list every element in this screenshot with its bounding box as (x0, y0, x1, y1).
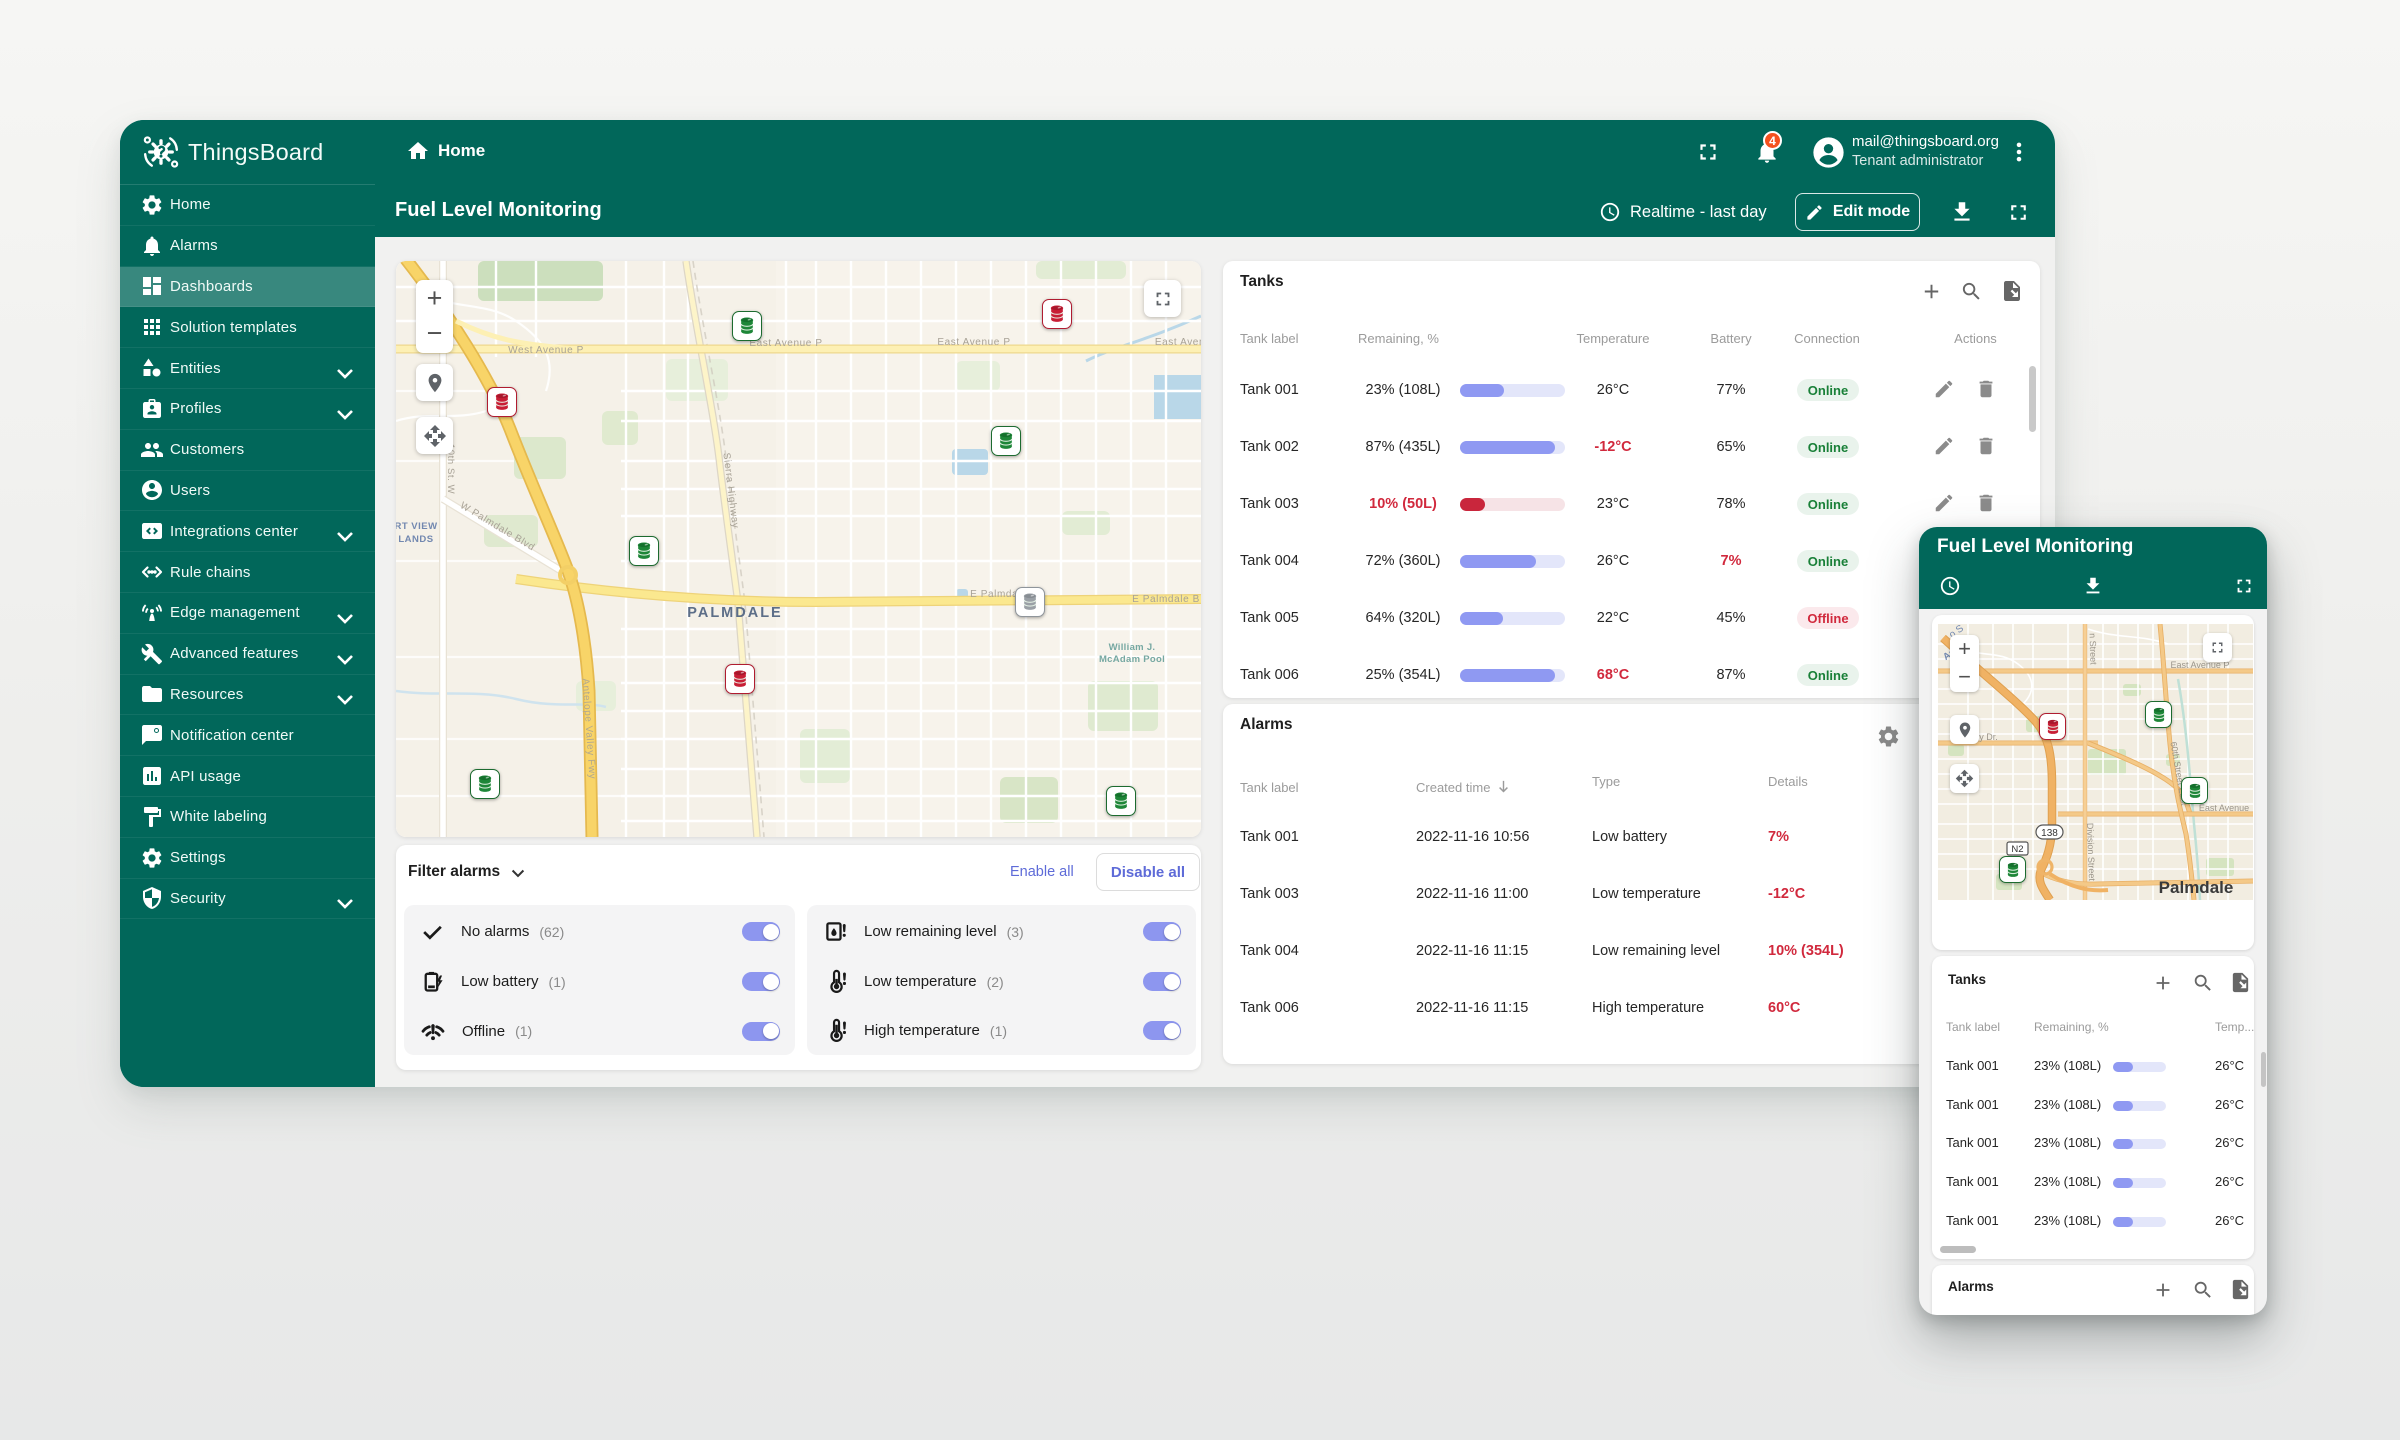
svg-text:East Avenue P: East Avenue P (749, 338, 822, 349)
svg-text:n Street: n Street (2087, 633, 2098, 665)
svg-text:William J.: William J. (1109, 642, 1156, 653)
svg-text:East Avenue: East Avenue (2199, 803, 2249, 813)
svg-text:LANDS: LANDS (398, 534, 433, 545)
svg-text:West Avenue P: West Avenue P (508, 345, 584, 356)
svg-text:Palmdale: Palmdale (2159, 878, 2234, 897)
svg-text:East Avenue P: East Avenue P (937, 337, 1010, 348)
svg-text:N2: N2 (2011, 844, 2023, 855)
svg-text:East Aven: East Aven (1155, 337, 1201, 348)
svg-text:138: 138 (2041, 828, 2058, 839)
svg-text:McAdam Pool: McAdam Pool (1099, 654, 1165, 665)
svg-text:E Palmdale B: E Palmdale B (1132, 594, 1200, 605)
svg-text:Division Street: Division Street (2085, 823, 2097, 882)
svg-text:RT VIEW: RT VIEW (396, 521, 438, 532)
svg-text:PALMDALE: PALMDALE (687, 605, 782, 621)
